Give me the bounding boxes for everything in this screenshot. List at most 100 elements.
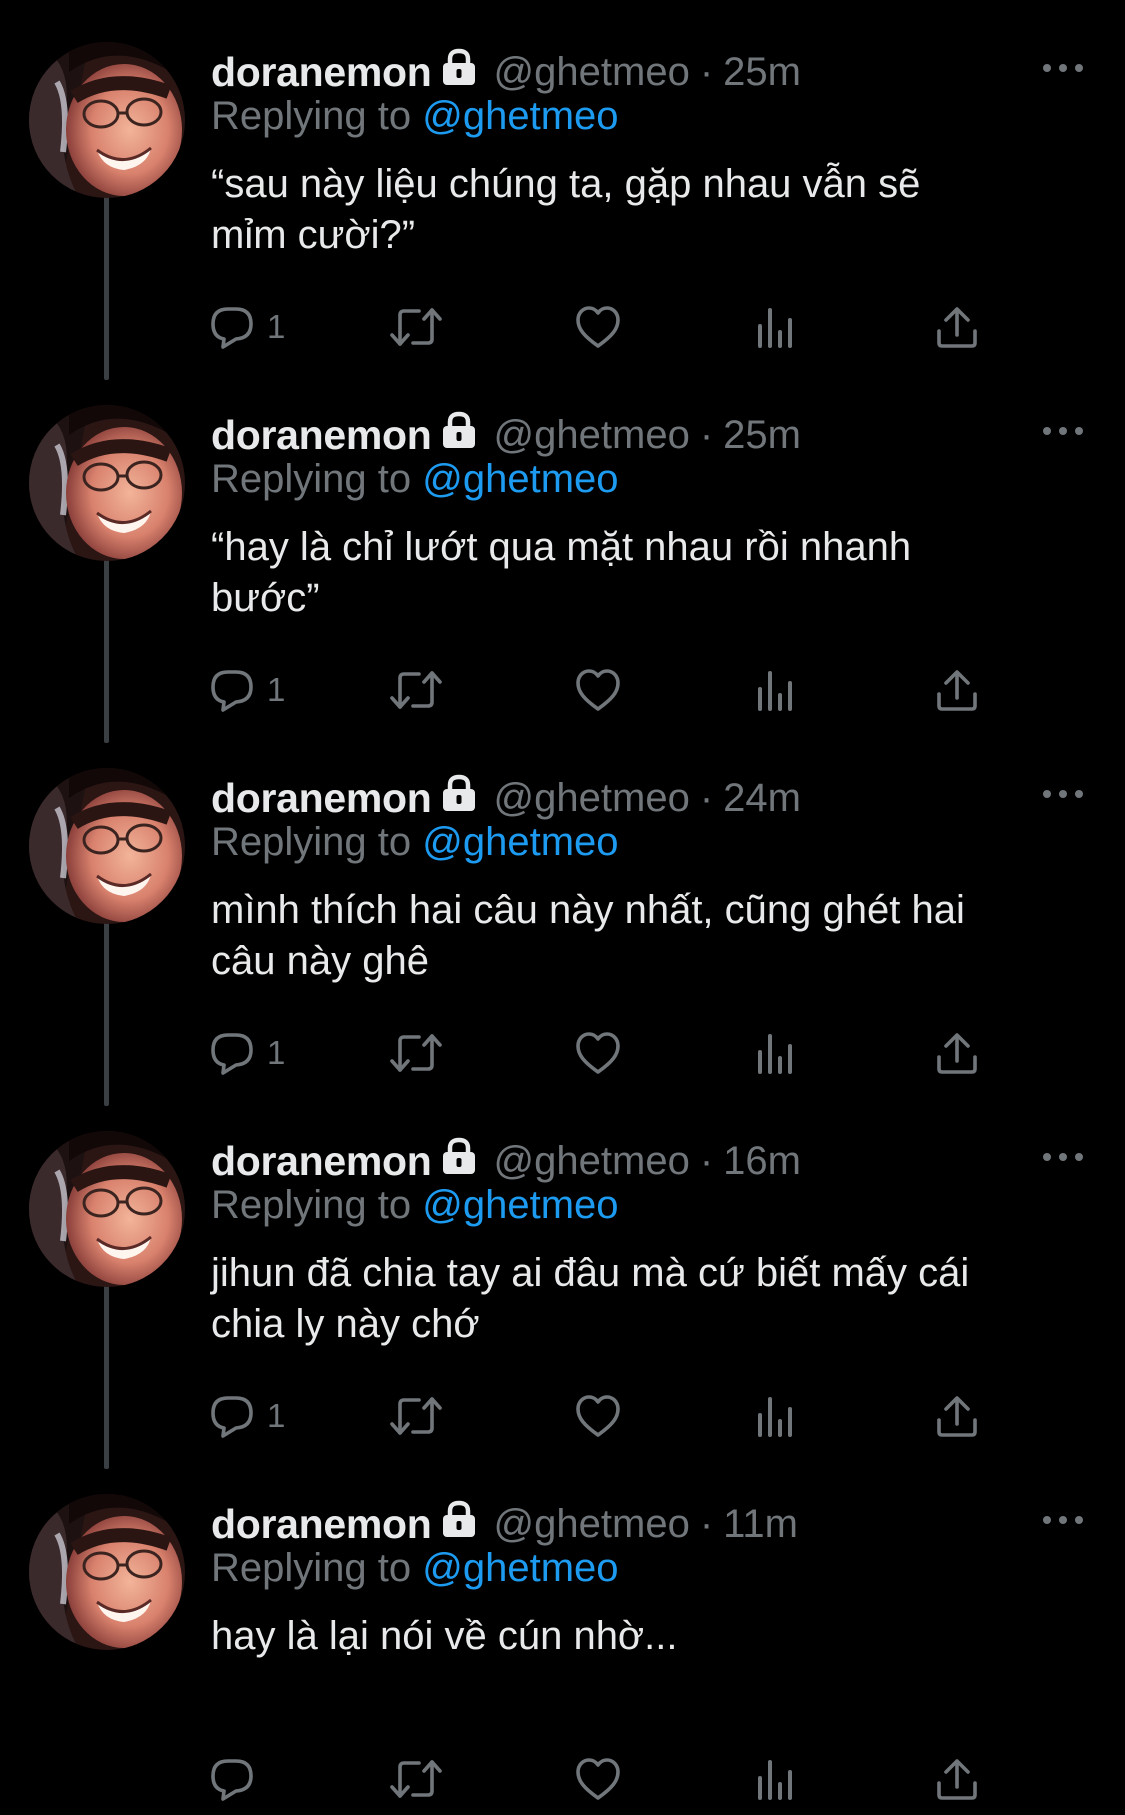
reply-button[interactable]: [209, 1755, 267, 1803]
tweet-actions: 1: [209, 1392, 1039, 1440]
reply-button[interactable]: 1: [209, 1029, 285, 1077]
tweet-header: doranemon @ghetmeo · 16m: [211, 1133, 801, 1189]
avatar[interactable]: [29, 768, 185, 924]
replying-to-label: Replying to: [211, 1546, 412, 1590]
views-button[interactable]: [754, 666, 798, 714]
retweet-icon: [389, 1756, 443, 1802]
replying-to-mention[interactable]: @ghetmeo: [422, 94, 618, 138]
replying-to-label: Replying to: [211, 94, 412, 138]
reply-button[interactable]: 1: [209, 1392, 285, 1440]
like-button[interactable]: [574, 1755, 622, 1803]
user-handle[interactable]: @ghetmeo: [494, 413, 690, 458]
retweet-icon: [389, 1030, 443, 1076]
display-name[interactable]: doranemon: [211, 775, 432, 822]
timestamp[interactable]: 16m: [723, 1139, 801, 1184]
replying-to-mention[interactable]: @ghetmeo: [422, 1546, 618, 1590]
replying-to-mention[interactable]: @ghetmeo: [422, 457, 618, 501]
share-button[interactable]: [934, 1392, 980, 1440]
display-name[interactable]: doranemon: [211, 1501, 432, 1548]
views-button[interactable]: [754, 1029, 798, 1077]
share-upload-icon: [934, 667, 980, 713]
replying-to-line: Replying to @ghetmeo: [211, 820, 619, 865]
more-options-icon[interactable]: [1043, 419, 1083, 443]
share-button[interactable]: [934, 1755, 980, 1803]
display-name[interactable]: doranemon: [211, 412, 432, 459]
share-button[interactable]: [934, 303, 980, 351]
share-button[interactable]: [934, 1029, 980, 1077]
heart-icon: [574, 667, 622, 713]
reply-count: 1: [267, 671, 286, 708]
reply-icon: [209, 1756, 255, 1802]
reply-button[interactable]: 1: [209, 303, 285, 351]
replying-to-line: Replying to @ghetmeo: [211, 1183, 619, 1228]
more-options-icon[interactable]: [1043, 1508, 1083, 1532]
retweet-button[interactable]: [389, 666, 443, 714]
avatar[interactable]: [29, 1131, 185, 1287]
tweet[interactable]: doranemon @ghetmeo · 25m Replying to @gh…: [0, 0, 1125, 380]
bar-chart-icon: [754, 304, 798, 350]
share-button[interactable]: [934, 666, 980, 714]
separator-dot: ·: [699, 1501, 714, 1546]
timestamp[interactable]: 11m: [723, 1502, 798, 1547]
tweet[interactable]: doranemon @ghetmeo · 16m Replying to @gh…: [0, 1089, 1125, 1469]
like-button[interactable]: [574, 1029, 622, 1077]
display-name[interactable]: doranemon: [211, 1138, 432, 1185]
tweet-header: doranemon @ghetmeo · 25m: [211, 407, 801, 463]
retweet-icon: [389, 1393, 443, 1439]
user-handle[interactable]: @ghetmeo: [494, 1139, 690, 1184]
more-options-icon[interactable]: [1043, 1145, 1083, 1169]
more-options-icon[interactable]: [1043, 56, 1083, 80]
reply-count: 1: [267, 308, 286, 345]
separator-dot: ·: [699, 49, 714, 94]
timestamp[interactable]: 24m: [723, 776, 801, 821]
lock-icon: [441, 48, 477, 91]
avatar[interactable]: [29, 405, 185, 561]
bar-chart-icon: [754, 1756, 798, 1802]
retweet-button[interactable]: [389, 303, 443, 351]
retweet-button[interactable]: [389, 1029, 443, 1077]
tweet-actions: 1: [209, 303, 1039, 351]
lock-icon: [441, 1137, 477, 1180]
views-button[interactable]: [754, 303, 798, 351]
lock-icon: [441, 1500, 477, 1543]
tweet-header: doranemon @ghetmeo · 24m: [211, 770, 801, 826]
separator-dot: ·: [699, 412, 714, 457]
views-button[interactable]: [754, 1755, 798, 1803]
like-button[interactable]: [574, 303, 622, 351]
like-button[interactable]: [574, 1392, 622, 1440]
user-handle[interactable]: @ghetmeo: [494, 50, 690, 95]
tweet-actions: [209, 1755, 1039, 1803]
tweet[interactable]: doranemon @ghetmeo · 24m Replying to @gh…: [0, 726, 1125, 1106]
avatar[interactable]: [29, 1494, 185, 1650]
user-handle[interactable]: @ghetmeo: [494, 776, 690, 821]
retweet-button[interactable]: [389, 1392, 443, 1440]
replying-to-mention[interactable]: @ghetmeo: [422, 1183, 618, 1227]
tweet[interactable]: doranemon @ghetmeo · 11m Replying to @gh…: [0, 1452, 1125, 1815]
more-options-icon[interactable]: [1043, 782, 1083, 806]
tweet-text: “sau này liệu chúng ta, gặp nhau vẫn sẽ …: [211, 162, 921, 257]
tweet-actions: 1: [209, 666, 1039, 714]
tweet-text: hay là lại nói về cún nhờ...: [211, 1614, 678, 1658]
reply-button[interactable]: 1: [209, 666, 285, 714]
timestamp[interactable]: 25m: [723, 413, 801, 458]
tweet-text: “hay là chỉ lướt qua mặt nhau rồi nhanh …: [211, 525, 912, 620]
heart-icon: [574, 304, 622, 350]
timestamp[interactable]: 25m: [723, 50, 801, 95]
retweet-icon: [389, 304, 443, 350]
like-button[interactable]: [574, 666, 622, 714]
retweet-button[interactable]: [389, 1755, 443, 1803]
avatar[interactable]: [29, 42, 185, 198]
retweet-icon: [389, 667, 443, 713]
tweet-text: mình thích hai câu này nhất, cũng ghét h…: [211, 888, 965, 983]
replying-to-label: Replying to: [211, 820, 412, 864]
replying-to-mention[interactable]: @ghetmeo: [422, 820, 618, 864]
tweet-header: doranemon @ghetmeo · 25m: [211, 44, 801, 100]
share-upload-icon: [934, 304, 980, 350]
display-name[interactable]: doranemon: [211, 49, 432, 96]
reply-icon: [209, 1393, 255, 1439]
user-handle[interactable]: @ghetmeo: [494, 1502, 690, 1547]
tweet[interactable]: doranemon @ghetmeo · 25m Replying to @gh…: [0, 363, 1125, 743]
share-upload-icon: [934, 1393, 980, 1439]
views-button[interactable]: [754, 1392, 798, 1440]
bar-chart-icon: [754, 667, 798, 713]
